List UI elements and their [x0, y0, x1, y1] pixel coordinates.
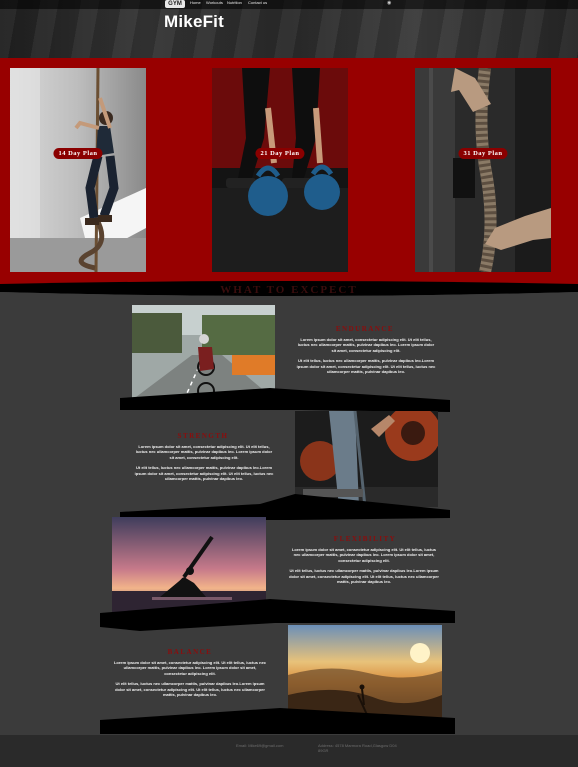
- balance-divider: [100, 708, 455, 734]
- balance-text: Lorem ipsum dolor sit amet, consectetur …: [113, 660, 267, 702]
- balance-paragraph-1: Lorem ipsum dolor sit amet, consectetur …: [113, 660, 267, 676]
- section-title: WHAT TO EXCPECT: [220, 284, 358, 296]
- flexibility-text: Lorem ipsum dolor sit amet, consectetur …: [288, 547, 440, 589]
- nav-contact[interactable]: Contact us: [248, 0, 267, 6]
- footer-email[interactable]: Email: Mike69@gmail.com: [236, 743, 283, 748]
- endurance-divider: [120, 388, 450, 412]
- flexibility-paragraph-1: Lorem ipsum dolor sit amet, consectetur …: [291, 547, 437, 563]
- strength-text: Lorem ipsum dolor sit amet, consectetur …: [133, 444, 275, 486]
- endurance-paragraph-2: Ut elit tellus, luctus nec ullamcorper m…: [296, 358, 436, 375]
- footer: [0, 735, 578, 767]
- footer-address: Address: 4578 Marmora Road,Glasgow D04 8…: [318, 743, 397, 753]
- plan-card-14[interactable]: 14 Day Plan: [10, 68, 146, 272]
- endurance-paragraph-1: Lorem ipsum dolor sit amet, consectetur …: [297, 337, 435, 353]
- flexibility-paragraph-2: Ut elit tellus, luctus nec ullamcorper m…: [289, 568, 439, 585]
- plan-card-31[interactable]: 31 Day Plan: [415, 68, 551, 272]
- strength-title: STRENGTH: [177, 432, 229, 440]
- plan-label-21[interactable]: 21 Day Plan: [255, 148, 305, 159]
- battle-rope-image: [415, 68, 551, 272]
- strength-paragraph-1: Lorem ipsum dolor sit amet, consectetur …: [135, 444, 273, 460]
- plan-label-14[interactable]: 14 Day Plan: [53, 148, 103, 159]
- balance-paragraph-2: Ut elit tellus, luctus nec ullamcorper m…: [115, 681, 265, 698]
- plan-card-21[interactable]: 21 Day Plan: [212, 68, 348, 272]
- endurance-title: ENDURANCE: [335, 325, 395, 333]
- kettlebell-image: [212, 68, 348, 272]
- cart-icon[interactable]: ◉: [387, 0, 391, 6]
- balance-title: BALANCE: [167, 648, 213, 656]
- flexibility-title: FLEXIBILITY: [333, 535, 397, 543]
- logo[interactable]: GYM: [165, 0, 185, 8]
- strength-paragraph-2: Ut elit tellus, luctus nec ullamcorper m…: [134, 465, 274, 482]
- brand-title: MikeFit: [164, 12, 224, 31]
- nav-bar: [0, 0, 578, 9]
- plans-section: 14 Day Plan 21 Day Plan 31 Day Plan: [0, 58, 578, 284]
- nav-nutrition[interactable]: Nutrition: [227, 0, 242, 6]
- nav-home[interactable]: Home: [190, 0, 201, 6]
- nav-workouts[interactable]: Workouts: [206, 0, 223, 6]
- rope-climb-image: [10, 68, 146, 272]
- plan-label-31[interactable]: 31 Day Plan: [458, 148, 508, 159]
- endurance-text: Lorem ipsum dolor sit amet, consectetur …: [295, 337, 437, 379]
